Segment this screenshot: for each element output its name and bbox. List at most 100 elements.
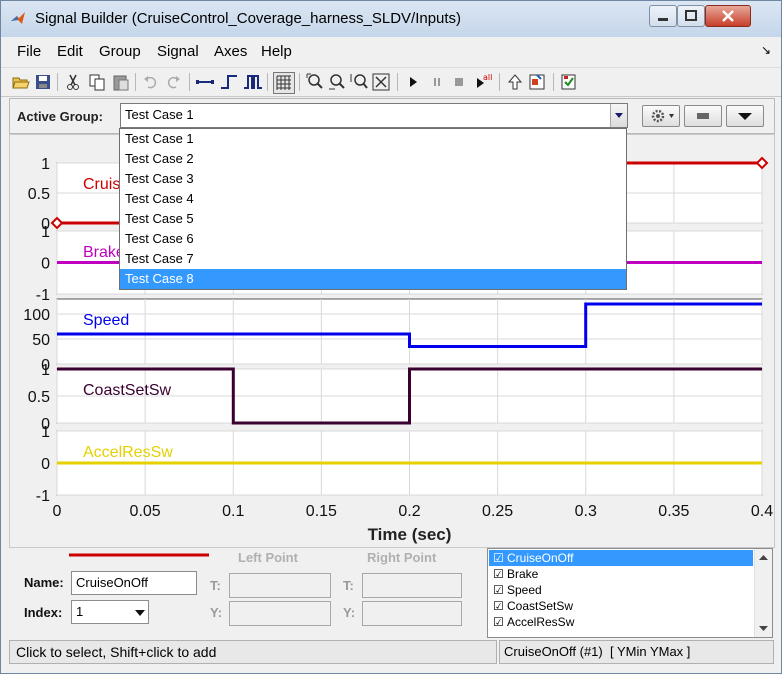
chevron-down-icon (135, 610, 145, 616)
minimize-icon (658, 18, 668, 21)
name-field[interactable]: CruiseOnOff (71, 571, 197, 595)
signal-list-item[interactable]: ☑ Speed (489, 582, 753, 598)
status-signal-text: CruiseOnOff (#1) [ YMin YMax ] (504, 644, 691, 659)
maximize-button[interactable] (677, 5, 705, 27)
cut-button[interactable] (63, 72, 83, 92)
signal-list-item[interactable]: ☑ CruiseOnOff (489, 550, 753, 566)
dropdown-option[interactable]: Test Case 4 (120, 189, 626, 209)
left-y-field[interactable] (229, 601, 331, 626)
paste-icon (113, 75, 129, 91)
grid-button[interactable] (273, 72, 295, 94)
gear-icon (651, 109, 674, 123)
signal-label: AccelResSw (83, 444, 173, 461)
dropdown-option[interactable]: Test Case 2 (120, 149, 626, 169)
signal-button[interactable] (527, 72, 547, 92)
zoom-x-icon (329, 74, 345, 90)
x-tick-label: 0.25 (482, 503, 513, 520)
dropdown-option[interactable]: Test Case 7 (120, 249, 626, 269)
option-label: Test Case 8 (125, 271, 194, 286)
x-tick-label: 0.2 (398, 503, 420, 520)
close-button[interactable] (705, 5, 751, 27)
toolbar-separator (189, 73, 190, 91)
index-value: 1 (76, 604, 84, 619)
verify-button[interactable] (559, 72, 579, 92)
run-all-icon: all (477, 73, 492, 88)
step-button[interactable] (219, 72, 239, 92)
checkbox-icon[interactable]: ☑ (493, 583, 504, 597)
signal-list-item[interactable]: ☑ Brake (489, 566, 753, 582)
run-all-button[interactable]: all (473, 72, 493, 92)
undo-button[interactable] (141, 72, 161, 92)
up-button[interactable] (505, 72, 525, 92)
open-icon (12, 77, 30, 89)
signal-list[interactable]: ☑ CruiseOnOff ☑ Brake ☑ Speed ☑ CoastSetSw ☑… (487, 548, 773, 638)
redo-icon (167, 76, 180, 89)
group-down-button[interactable] (726, 105, 764, 127)
toolbar-separator (267, 73, 268, 91)
paste-button[interactable] (111, 72, 131, 92)
open-button[interactable] (11, 72, 31, 92)
dock-arrow-icon[interactable]: ↘ (761, 43, 771, 57)
scroll-up-icon[interactable] (758, 553, 769, 561)
zoom-y-button[interactable] (349, 72, 369, 92)
dropdown-option[interactable]: Test Case 6 (120, 229, 626, 249)
combo-arrow[interactable] (610, 104, 627, 127)
dropdown-option[interactable]: Test Case 5 (120, 209, 626, 229)
save-icon (36, 75, 50, 89)
left-point-label: Left Point (238, 550, 298, 565)
checkbox-icon[interactable]: ☑ (493, 615, 504, 629)
checkbox-icon[interactable]: ☑ (493, 567, 504, 581)
x-tick-label: 0.15 (306, 503, 337, 520)
menu-file[interactable]: File (17, 43, 41, 60)
title-bar[interactable]: Signal Builder (CruiseControl_Coverage_h… (1, 1, 781, 37)
zoom-x-button[interactable] (327, 72, 347, 92)
y-tick-label: 0 (41, 456, 50, 473)
scrollbar[interactable] (754, 549, 772, 637)
copy-button[interactable] (87, 72, 107, 92)
cut-icon (67, 74, 79, 90)
menu-edit[interactable]: Edit (57, 43, 83, 60)
checkbox-icon[interactable]: ☑ (493, 599, 504, 613)
menu-help[interactable]: Help (261, 43, 292, 60)
signal-builder-window: Signal Builder (CruiseControl_Coverage_h… (0, 0, 782, 674)
dropdown-option-highlighted[interactable]: Test Case 8 (120, 269, 626, 289)
toolbar-separator (499, 73, 500, 91)
scroll-down-icon[interactable] (758, 625, 769, 633)
signal-list-item[interactable]: ☑ AccelResSw (489, 614, 753, 630)
group-dropdown-list[interactable]: Test Case 1 Test Case 2 Test Case 3 Test… (119, 128, 627, 290)
settings-button[interactable] (642, 105, 680, 127)
save-button[interactable] (33, 72, 53, 92)
signal-name: CoastSetSw (507, 599, 574, 613)
group-menu-button[interactable] (684, 105, 722, 127)
toolbar: all (1, 67, 781, 97)
index-select[interactable]: 1 (71, 600, 149, 624)
zoom-xy-button[interactable] (305, 72, 325, 92)
undo-icon (144, 76, 157, 89)
menu-signal[interactable]: Signal (157, 43, 199, 60)
right-y-label: Y: (343, 605, 356, 620)
dropdown-option[interactable]: Test Case 1 (120, 129, 626, 149)
right-y-field[interactable] (362, 601, 462, 626)
right-t-field[interactable] (362, 573, 462, 598)
active-group-select[interactable]: Test Case 1 (120, 103, 628, 128)
redo-button[interactable] (163, 72, 183, 92)
line-style-sample[interactable] (69, 550, 209, 560)
fit-button[interactable] (371, 72, 391, 92)
left-t-field[interactable] (229, 573, 331, 598)
y-tick-label: 1 (41, 362, 50, 379)
checkbox-icon[interactable]: ☑ (493, 551, 504, 565)
menu-group[interactable]: Group (99, 43, 141, 60)
x-tick-label: 0.1 (222, 503, 244, 520)
menu-axes[interactable]: Axes (214, 43, 247, 60)
play-button[interactable] (403, 72, 423, 92)
minimize-button[interactable] (649, 5, 677, 27)
x-tick-label: 0.4 (751, 503, 773, 520)
dropdown-option[interactable]: Test Case 3 (120, 169, 626, 189)
segment-button[interactable] (195, 72, 215, 92)
stop-icon (455, 78, 463, 86)
pulse-button[interactable] (243, 72, 263, 92)
pause-button[interactable] (427, 72, 447, 92)
signal-list-item[interactable]: ☑ CoastSetSw (489, 598, 753, 614)
stop-button[interactable] (449, 72, 469, 92)
matlab-logo-icon (11, 12, 25, 24)
